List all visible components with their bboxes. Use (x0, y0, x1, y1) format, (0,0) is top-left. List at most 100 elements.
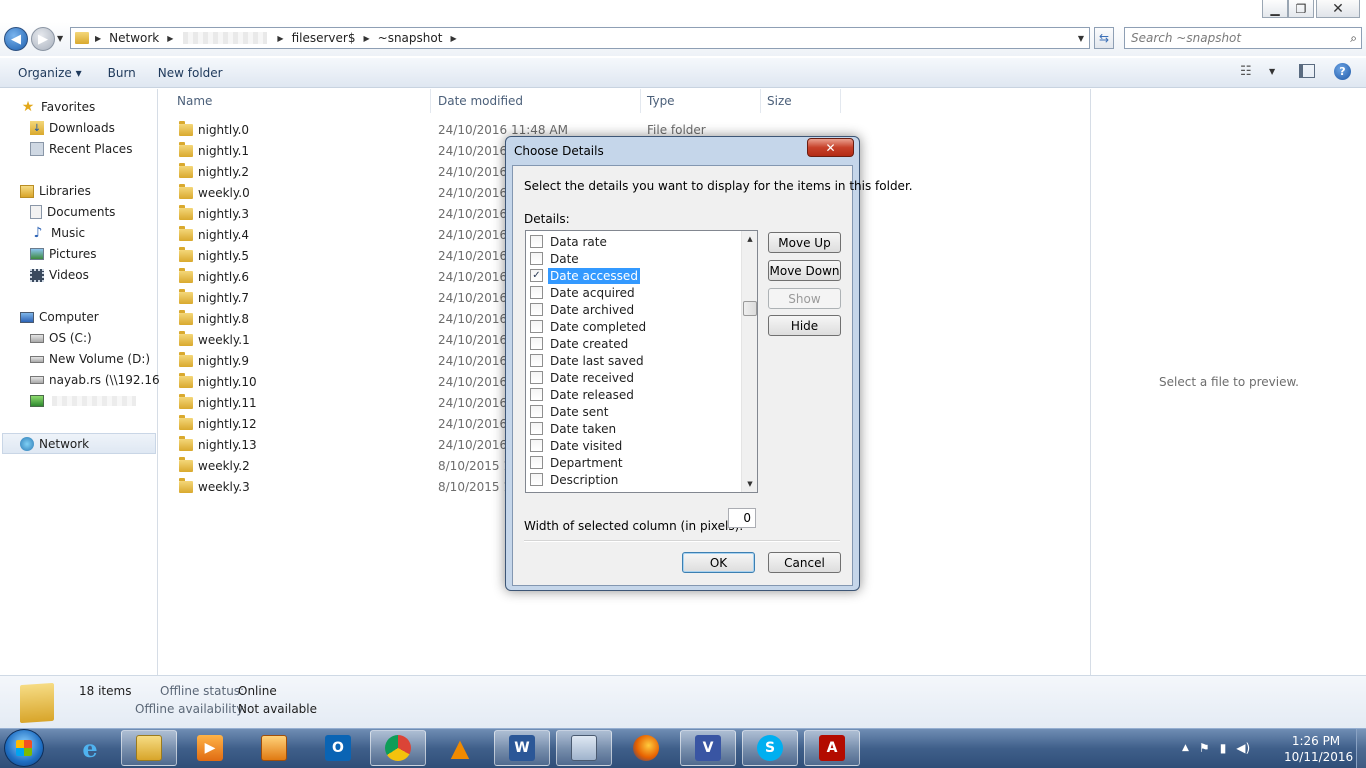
chevron-right-icon[interactable]: ▶ (359, 34, 373, 43)
checkbox[interactable] (530, 235, 543, 248)
scroll-up-arrow-icon[interactable]: ▲ (742, 231, 757, 247)
details-list-scrollbar[interactable]: ▲ ▼ (741, 231, 757, 492)
details-list-item[interactable]: Date acquired (530, 284, 637, 301)
taskbar-outlook[interactable]: O (310, 730, 366, 766)
move-up-button[interactable]: Move Up (768, 232, 841, 253)
burn-button[interactable]: Burn (98, 62, 146, 84)
checkbox[interactable]: ✓ (530, 269, 543, 282)
nav-libraries[interactable]: Libraries (20, 181, 91, 201)
taskbar-skype[interactable]: S (742, 730, 798, 766)
close-window-button[interactable]: ✕ (1316, 0, 1360, 18)
nav-documents[interactable]: Documents (30, 202, 115, 222)
view-dropdown-icon[interactable]: ▼ (1269, 67, 1275, 76)
checkbox[interactable] (530, 286, 543, 299)
scroll-thumb[interactable] (743, 301, 757, 316)
nav-recent-places[interactable]: Recent Places (30, 139, 132, 159)
taskbar-visio[interactable]: V (680, 730, 736, 766)
nav-network-drive-redacted[interactable] (30, 391, 136, 411)
details-list-item[interactable]: Date completed (530, 318, 648, 335)
breadcrumb-network[interactable]: Network (105, 28, 163, 48)
column-header-date-modified[interactable]: Date modified (432, 89, 641, 113)
checkbox[interactable] (530, 354, 543, 367)
taskbar-firefox[interactable] (618, 730, 674, 766)
taskbar-windows-explorer[interactable] (121, 730, 177, 766)
chevron-right-icon[interactable]: ▶ (273, 34, 287, 43)
nav-pictures[interactable]: Pictures (30, 244, 97, 264)
new-folder-button[interactable]: New folder (148, 62, 233, 84)
details-list-item[interactable]: Date archived (530, 301, 636, 318)
checkbox[interactable] (530, 422, 543, 435)
checkbox[interactable] (530, 388, 543, 401)
details-list-item[interactable]: Date (530, 250, 581, 267)
taskbar-media-player[interactable]: ▶ (182, 730, 238, 766)
details-list-item[interactable]: Date last saved (530, 352, 646, 369)
taskbar-remote-desktop[interactable] (556, 730, 612, 766)
maximize-button[interactable]: ❐ (1288, 0, 1314, 18)
column-header-type[interactable]: Type (641, 89, 761, 113)
nav-new-volume[interactable]: New Volume (D:) (30, 349, 150, 369)
column-header-size[interactable]: Size (761, 89, 841, 113)
nav-favorites[interactable]: ★ Favorites (20, 97, 96, 117)
preview-pane-icon[interactable] (1299, 64, 1315, 78)
checkbox[interactable] (530, 439, 543, 452)
nav-os-drive[interactable]: OS (C:) (30, 328, 92, 348)
show-button[interactable]: Show (768, 288, 841, 309)
action-center-flag-icon[interactable]: ⚑ (1199, 741, 1210, 755)
chevron-right-icon[interactable]: ▶ (446, 34, 460, 43)
breadcrumb-fileserver[interactable]: fileserver$ (288, 28, 360, 48)
nav-videos[interactable]: Videos (30, 265, 89, 285)
tray-expand-icon[interactable]: ▲ (1182, 743, 1189, 753)
forward-button[interactable]: ▶ (31, 27, 55, 51)
checkbox[interactable] (530, 456, 543, 469)
taskbar-internet-explorer[interactable]: e (62, 730, 118, 766)
search-icon[interactable]: ⌕ (1350, 31, 1357, 46)
details-list-item[interactable]: Date created (530, 335, 630, 352)
details-list[interactable]: Data rate Date ✓ Date accessed Date acquired… (525, 230, 758, 493)
checkbox[interactable] (530, 337, 543, 350)
hide-button[interactable]: Hide (768, 315, 841, 336)
taskbar-app-orange[interactable] (246, 730, 302, 766)
scroll-down-arrow-icon[interactable]: ▼ (742, 476, 757, 492)
nav-music[interactable]: ♪ Music (30, 223, 86, 243)
details-list-item[interactable]: Date taken (530, 420, 618, 437)
change-view-icon[interactable]: ☷ (1240, 64, 1252, 79)
breadcrumb-snapshot[interactable]: ~snapshot (374, 28, 447, 48)
details-list-item[interactable]: Description (530, 471, 620, 488)
taskbar-chrome[interactable] (370, 730, 426, 766)
nav-computer[interactable]: Computer (20, 307, 99, 327)
details-list-item[interactable]: Date released (530, 386, 636, 403)
details-list-item[interactable]: Date received (530, 369, 636, 386)
nav-downloads[interactable]: ↓ Downloads (30, 118, 115, 138)
volume-icon[interactable]: ◀) (1236, 741, 1250, 755)
nav-network-drive-nayab[interactable]: nayab.rs (\\192.168 (30, 370, 167, 390)
details-list-item[interactable]: Date sent (530, 403, 610, 420)
organize-button[interactable]: Organize ▾ (8, 62, 92, 84)
cancel-button[interactable]: Cancel (768, 552, 841, 573)
power-icon[interactable]: ▮ (1220, 741, 1227, 755)
back-button[interactable]: ◀ (4, 27, 28, 51)
details-list-item[interactable]: Date visited (530, 437, 624, 454)
details-list-item[interactable]: Department (530, 454, 625, 471)
address-bar[interactable]: ▶ Network ▶ ▶ fileserver$ ▶ ~snapshot ▶ … (70, 27, 1090, 49)
show-desktop-button[interactable] (1356, 729, 1366, 768)
search-box[interactable]: ⌕ (1124, 27, 1362, 49)
start-button[interactable] (4, 729, 44, 767)
chevron-right-icon[interactable]: ▶ (91, 34, 105, 43)
address-dropdown-icon[interactable]: ▼ (1073, 28, 1089, 48)
column-header-name[interactable]: Name (159, 89, 431, 113)
column-width-input[interactable] (728, 508, 756, 528)
minimize-button[interactable]: ▁ (1262, 0, 1288, 18)
ok-button[interactable]: OK (682, 552, 755, 573)
checkbox[interactable] (530, 252, 543, 265)
details-list-item[interactable]: ✓ Date accessed (530, 267, 640, 284)
dialog-close-button[interactable]: ✕ (807, 138, 854, 157)
help-icon[interactable]: ? (1334, 63, 1351, 80)
details-list-item[interactable]: Data rate (530, 233, 609, 250)
checkbox[interactable] (530, 320, 543, 333)
search-input[interactable] (1131, 31, 1341, 45)
chevron-right-icon[interactable]: ▶ (163, 34, 177, 43)
taskbar-clock[interactable]: 1:26 PM 10/11/2016 (1284, 733, 1353, 765)
taskbar-acrobat[interactable]: A (804, 730, 860, 766)
taskbar-vlc[interactable]: ▲ (432, 730, 488, 766)
checkbox[interactable] (530, 405, 543, 418)
